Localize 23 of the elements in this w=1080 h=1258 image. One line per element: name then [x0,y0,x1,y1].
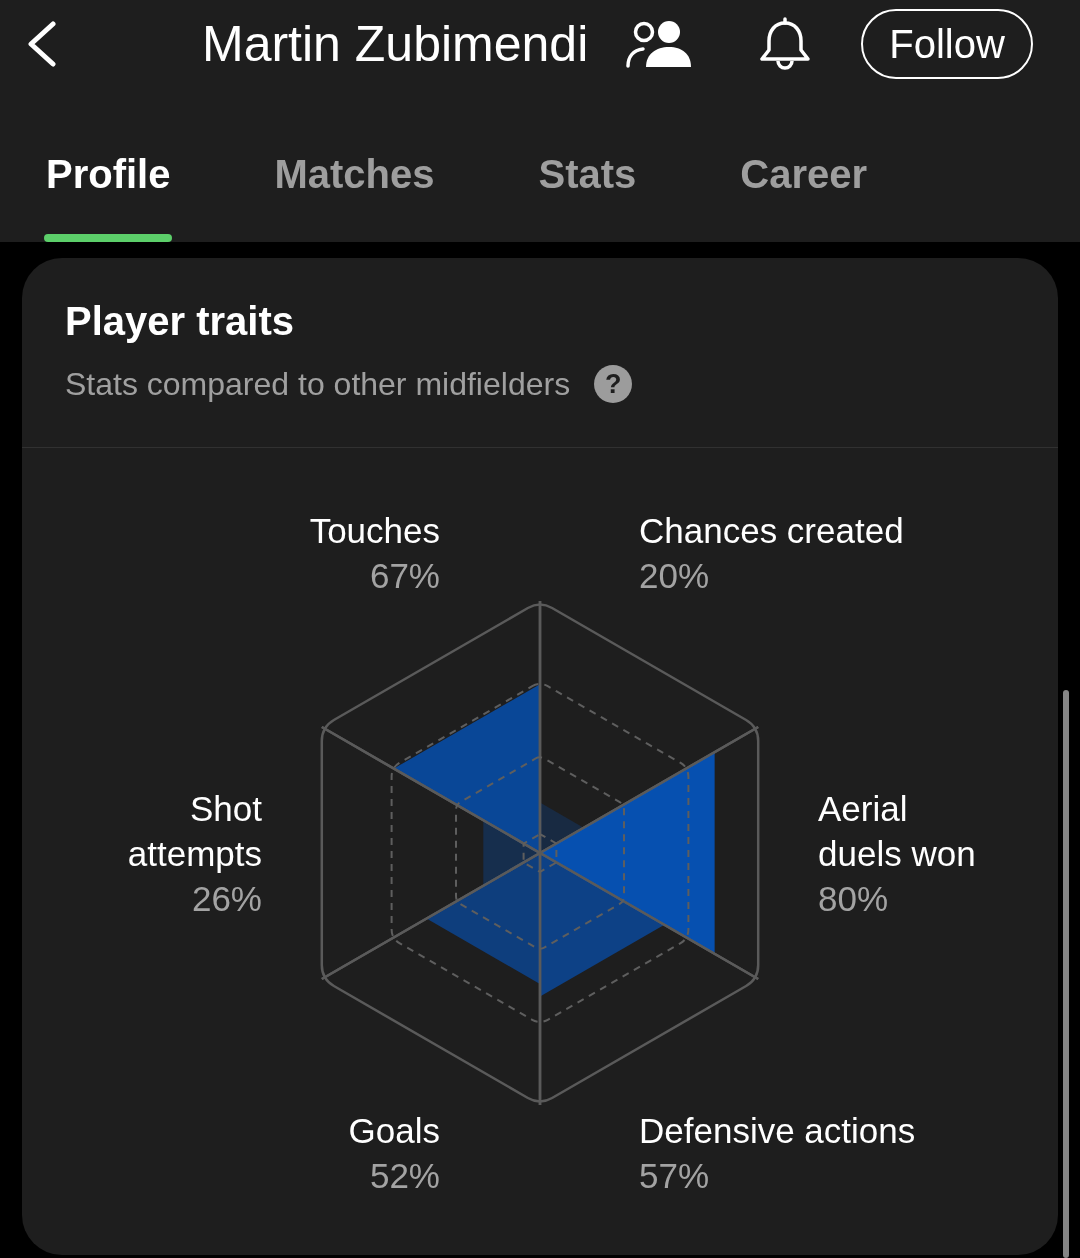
trait-label: Chances created [639,510,904,552]
tab[interactable]: Stats [536,138,639,242]
trait-label: Touches [309,510,440,552]
card-subtitle: Stats compared to other midfielders [65,365,571,404]
help-button[interactable]: ? [594,365,633,403]
trait-label: Shot attempts [126,787,262,875]
trait-value: 80% [818,877,889,920]
trait-value: 52% [369,1155,440,1197]
trait-value: 20% [639,555,710,597]
trait-value: 57% [639,1155,710,1197]
tab[interactable]: Matches [272,138,437,242]
trait-label: Aerial duels won [818,787,977,875]
card-title: Player traits [65,298,295,345]
follow-button[interactable]: Follow [861,9,1033,79]
trait-label: Defensive actions [639,1110,916,1152]
player-name: Martin Zubimendi [202,15,589,74]
tab[interactable]: Career [738,138,870,242]
trait-value: 26% [191,877,262,920]
back-icon[interactable] [27,21,57,67]
trait-label: Goals [348,1110,440,1152]
people-icon[interactable] [625,20,693,68]
trait-value: 67% [369,555,440,597]
tab[interactable]: Profile [44,138,173,242]
